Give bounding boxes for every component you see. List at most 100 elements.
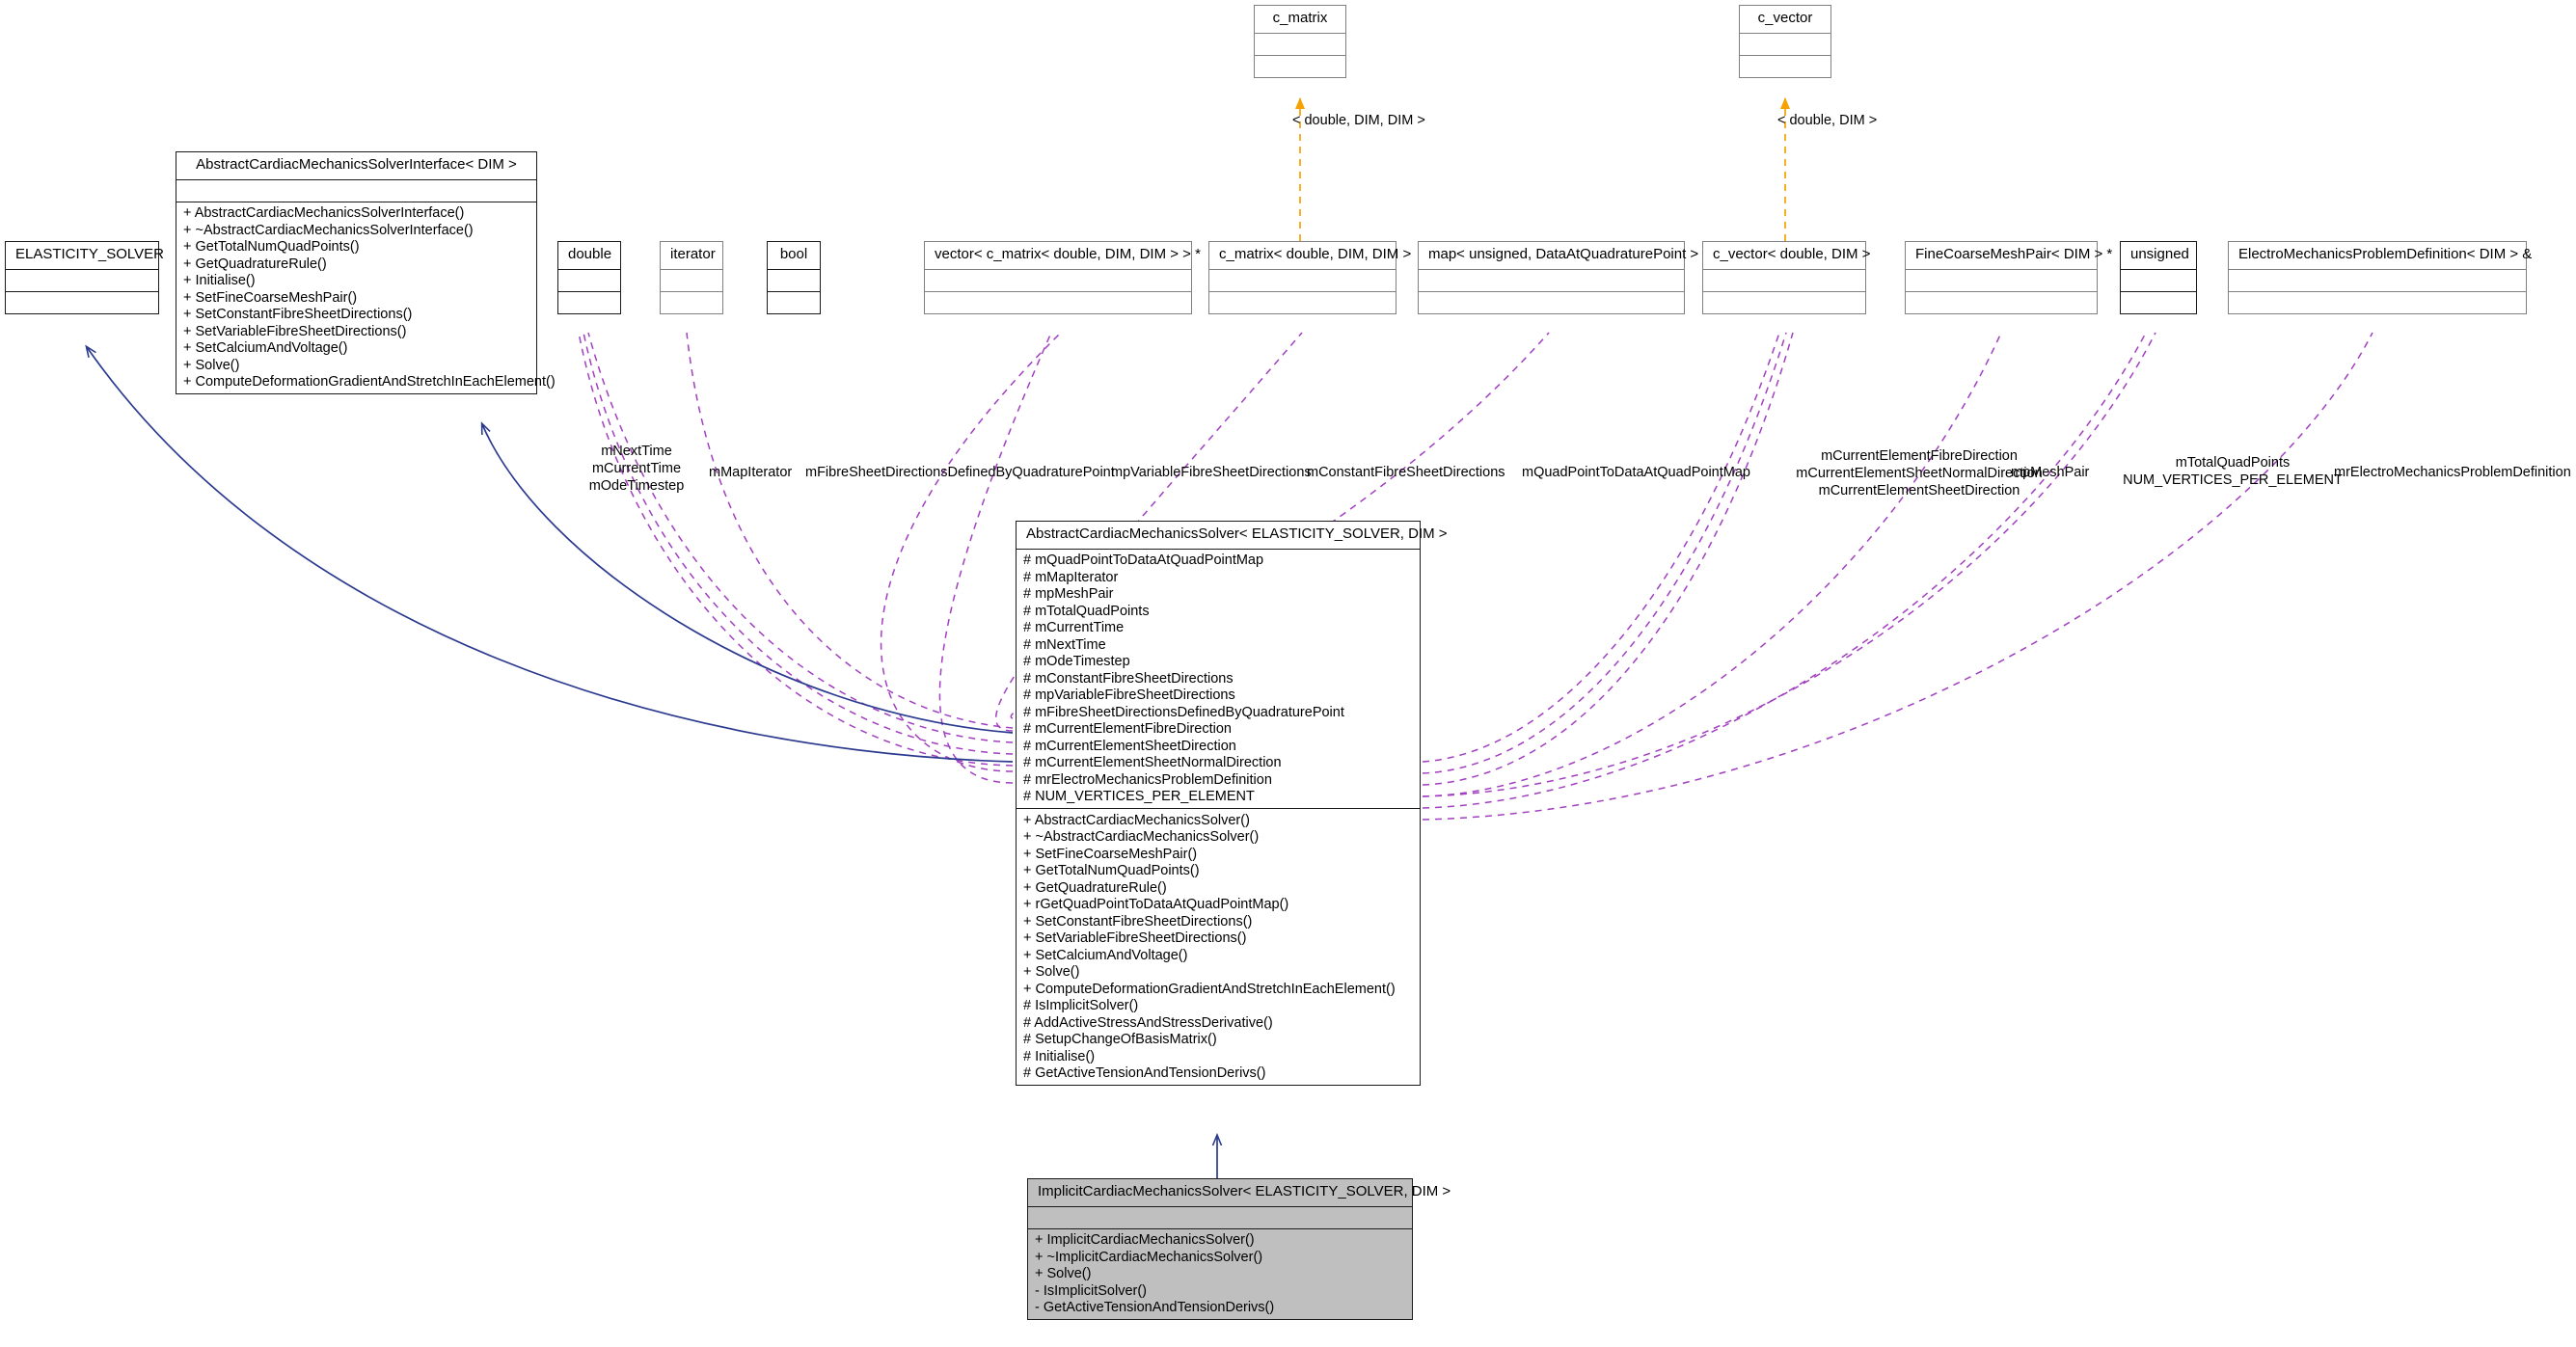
edge-label-modetimestep: mOdeTimestep (588, 478, 685, 495)
edge-label-mrelectromechanicsproblemdefinition: mrElectroMechanicsProblemDefinition (2334, 465, 2571, 480)
methods-compartment (1209, 292, 1396, 313)
attribute-row: # mOdeTimestep (1023, 654, 1130, 669)
node-title: c_matrix< double, DIM, DIM > (1209, 242, 1411, 270)
node-c-matrix-template[interactable]: c_matrix (1254, 5, 1346, 78)
node-title: c_vector (1740, 6, 1830, 34)
attribute-row: # mCurrentTime (1023, 620, 1125, 635)
node-elasticity-solver[interactable]: ELASTICITY_SOLVER (5, 241, 164, 314)
edge-label-mnexttime: mNextTime (601, 444, 672, 459)
attribute-row: # mpMeshPair (1023, 586, 1114, 602)
node-title: ImplicitCardiacMechanicsSolver< ELASTICI… (1028, 1179, 1451, 1207)
edge-label-mquadpointtodataatquadpointmap: mQuadPointToDataAtQuadPointMap (1522, 465, 1750, 480)
edge-label-mcurrentelementfibredirection: mCurrentElementFibreDirection (1821, 448, 2018, 464)
uml-class-diagram: ELASTICITY_SOLVER AbstractCardiacMechani… (0, 0, 2576, 1347)
node-implicit-cardiac-mechanics-solver[interactable]: ImplicitCardiacMechanicsSolver< ELASTICI… (1027, 1178, 1451, 1320)
node-title: c_vector< double, DIM > (1703, 242, 1870, 270)
node-fine-coarse-mesh-pair-ptr[interactable]: FineCoarseMeshPair< DIM > * (1905, 241, 2112, 314)
attributes-compartment (1419, 270, 1684, 292)
attribute-row: # mConstantFibreSheetDirections (1023, 670, 1234, 687)
attribute-row: # mQuadPointToDataAtQuadPointMap (1023, 552, 1264, 568)
methods-compartment (1419, 292, 1684, 313)
method-row: + ComputeDeformationGradientAndStretchIn… (183, 374, 556, 390)
methods-compartment (768, 292, 820, 313)
method-row: + GetQuadratureRule() (1023, 879, 1167, 896)
attributes-compartment (768, 270, 820, 292)
methods-compartment (1703, 292, 1865, 313)
attribute-row: # mCurrentElementSheetNormalDirection (1023, 755, 1282, 770)
node-bool[interactable]: bool (767, 241, 821, 314)
node-c-vector-instance[interactable]: c_vector< double, DIM > (1702, 241, 1870, 314)
node-abstract-cardiac-mechanics-solver[interactable]: AbstractCardiacMechanicsSolver< ELASTICI… (1016, 521, 1448, 1086)
edge-label-double-group: mNextTime mCurrentTime mOdeTimestep (574, 443, 699, 495)
method-row: - GetActiveTensionAndTensionDerivs() (1035, 1300, 1275, 1315)
method-row: + AbstractCardiacMechanicsSolverInterfac… (183, 205, 465, 221)
method-row: + SetConstantFibreSheetDirections() (183, 307, 413, 322)
methods-compartment (1906, 292, 2097, 313)
attribute-row: # mNextTime (1023, 636, 1106, 653)
edge-label-mcurrenttime: mCurrentTime (591, 461, 682, 477)
edge-label-template-c-vector: < double, DIM > (1777, 113, 1878, 128)
node-iterator[interactable]: iterator (660, 241, 723, 314)
method-row: + SetCalciumAndVoltage() (183, 340, 348, 356)
method-row: + rGetQuadPointToDataAtQuadPointMap() (1023, 897, 1289, 912)
method-row: + SetVariableFibreSheetDirections() (183, 323, 407, 339)
method-row: + SetCalciumAndVoltage() (1023, 947, 1188, 963)
method-row: + GetTotalNumQuadPoints() (1023, 863, 1200, 878)
attribute-row: # NUM_VERTICES_PER_ELEMENT (1023, 789, 1255, 804)
node-title: iterator (661, 242, 722, 270)
method-row: + SetFineCoarseMeshPair() (1023, 846, 1198, 862)
attributes-compartment (2121, 270, 2196, 292)
attributes-compartment (1740, 34, 1830, 56)
node-title: FineCoarseMeshPair< DIM > * (1906, 242, 2112, 270)
method-row: - IsImplicitSolver() (1035, 1282, 1148, 1299)
method-row: + ComputeDeformationGradientAndStretchIn… (1023, 981, 1396, 997)
node-map-unsigned-dataatquadraturepoint[interactable]: map< unsigned, DataAtQuadraturePoint > (1418, 241, 1698, 314)
method-row: + SetConstantFibreSheetDirections() (1023, 913, 1253, 929)
attribute-row: # mFibreSheetDirectionsDefinedByQuadratu… (1023, 704, 1344, 720)
attribute-row: # mMapIterator (1023, 569, 1119, 585)
edge-label-template-c-matrix: < double, DIM, DIM > (1292, 113, 1425, 128)
attributes-compartment (1255, 34, 1345, 56)
edge-label-mmapiterator: mMapIterator (709, 465, 793, 480)
node-c-vector-template[interactable]: c_vector (1739, 5, 1831, 78)
node-double[interactable]: double (557, 241, 621, 314)
method-row: + ImplicitCardiacMechanicsSolver() (1035, 1232, 1255, 1248)
attributes-compartment: # mQuadPointToDataAtQuadPointMap # mMapI… (1017, 550, 1420, 809)
attributes-compartment (558, 270, 620, 292)
method-row: # Initialise() (1023, 1048, 1096, 1064)
edge-label-mconstantfibresheetdirections: mConstantFibreSheetDirections (1307, 465, 1505, 480)
method-row: # GetActiveTensionAndTensionDerivs() (1023, 1065, 1266, 1081)
method-row: + SetFineCoarseMeshPair() (183, 289, 358, 306)
node-title: c_matrix (1255, 6, 1345, 34)
method-row: + ~AbstractCardiacMechanicsSolverInterfa… (183, 222, 474, 238)
attribute-row: # mrElectroMechanicsProblemDefinition (1023, 771, 1272, 788)
node-title: ElectroMechanicsProblemDefinition< DIM >… (2229, 242, 2532, 270)
attributes-compartment (1209, 270, 1396, 292)
attributes-compartment (925, 270, 1191, 292)
attributes-compartment (661, 270, 722, 292)
method-row: + GetTotalNumQuadPoints() (183, 239, 360, 255)
attributes-compartment (1028, 1207, 1412, 1229)
attributes-compartment (1906, 270, 2097, 292)
methods-compartment (925, 292, 1191, 313)
node-title: unsigned (2121, 242, 2196, 270)
method-row: # SetupChangeOfBasisMatrix() (1023, 1032, 1217, 1047)
methods-compartment: + AbstractCardiacMechanicsSolverInterfac… (176, 202, 556, 394)
node-abstract-cardiac-mechanics-solver-interface[interactable]: AbstractCardiacMechanicsSolverInterface<… (176, 151, 556, 394)
node-unsigned[interactable]: unsigned (2120, 241, 2197, 314)
attributes-compartment (1703, 270, 1865, 292)
method-row: + GetQuadratureRule() (183, 256, 327, 272)
node-c-matrix-instance[interactable]: c_matrix< double, DIM, DIM > (1208, 241, 1411, 314)
edge-label-mcurrentelementsheetdirection: mCurrentElementSheetDirection (1818, 483, 2020, 499)
methods-compartment: + ImplicitCardiacMechanicsSolver() + ~Im… (1028, 1229, 1412, 1320)
method-row: + SetVariableFibreSheetDirections() (1023, 930, 1247, 946)
node-title: vector< c_matrix< double, DIM, DIM > > * (925, 242, 1201, 270)
node-electromechanics-problem-definition-ref[interactable]: ElectroMechanicsProblemDefinition< DIM >… (2228, 241, 2532, 314)
methods-compartment (6, 292, 158, 313)
edge-label-mpmeshpair: mpMeshPair (2011, 465, 2090, 480)
edge-label-mfibresheetdirectionsdefinedbyquadraturepoint: mFibreSheetDirectionsDefinedByQuadrature… (805, 465, 1115, 480)
node-title: AbstractCardiacMechanicsSolver< ELASTICI… (1017, 522, 1448, 550)
node-vector-c-matrix-ptr[interactable]: vector< c_matrix< double, DIM, DIM > > * (924, 241, 1201, 314)
node-title: AbstractCardiacMechanicsSolverInterface<… (176, 152, 536, 180)
methods-compartment (558, 292, 620, 313)
